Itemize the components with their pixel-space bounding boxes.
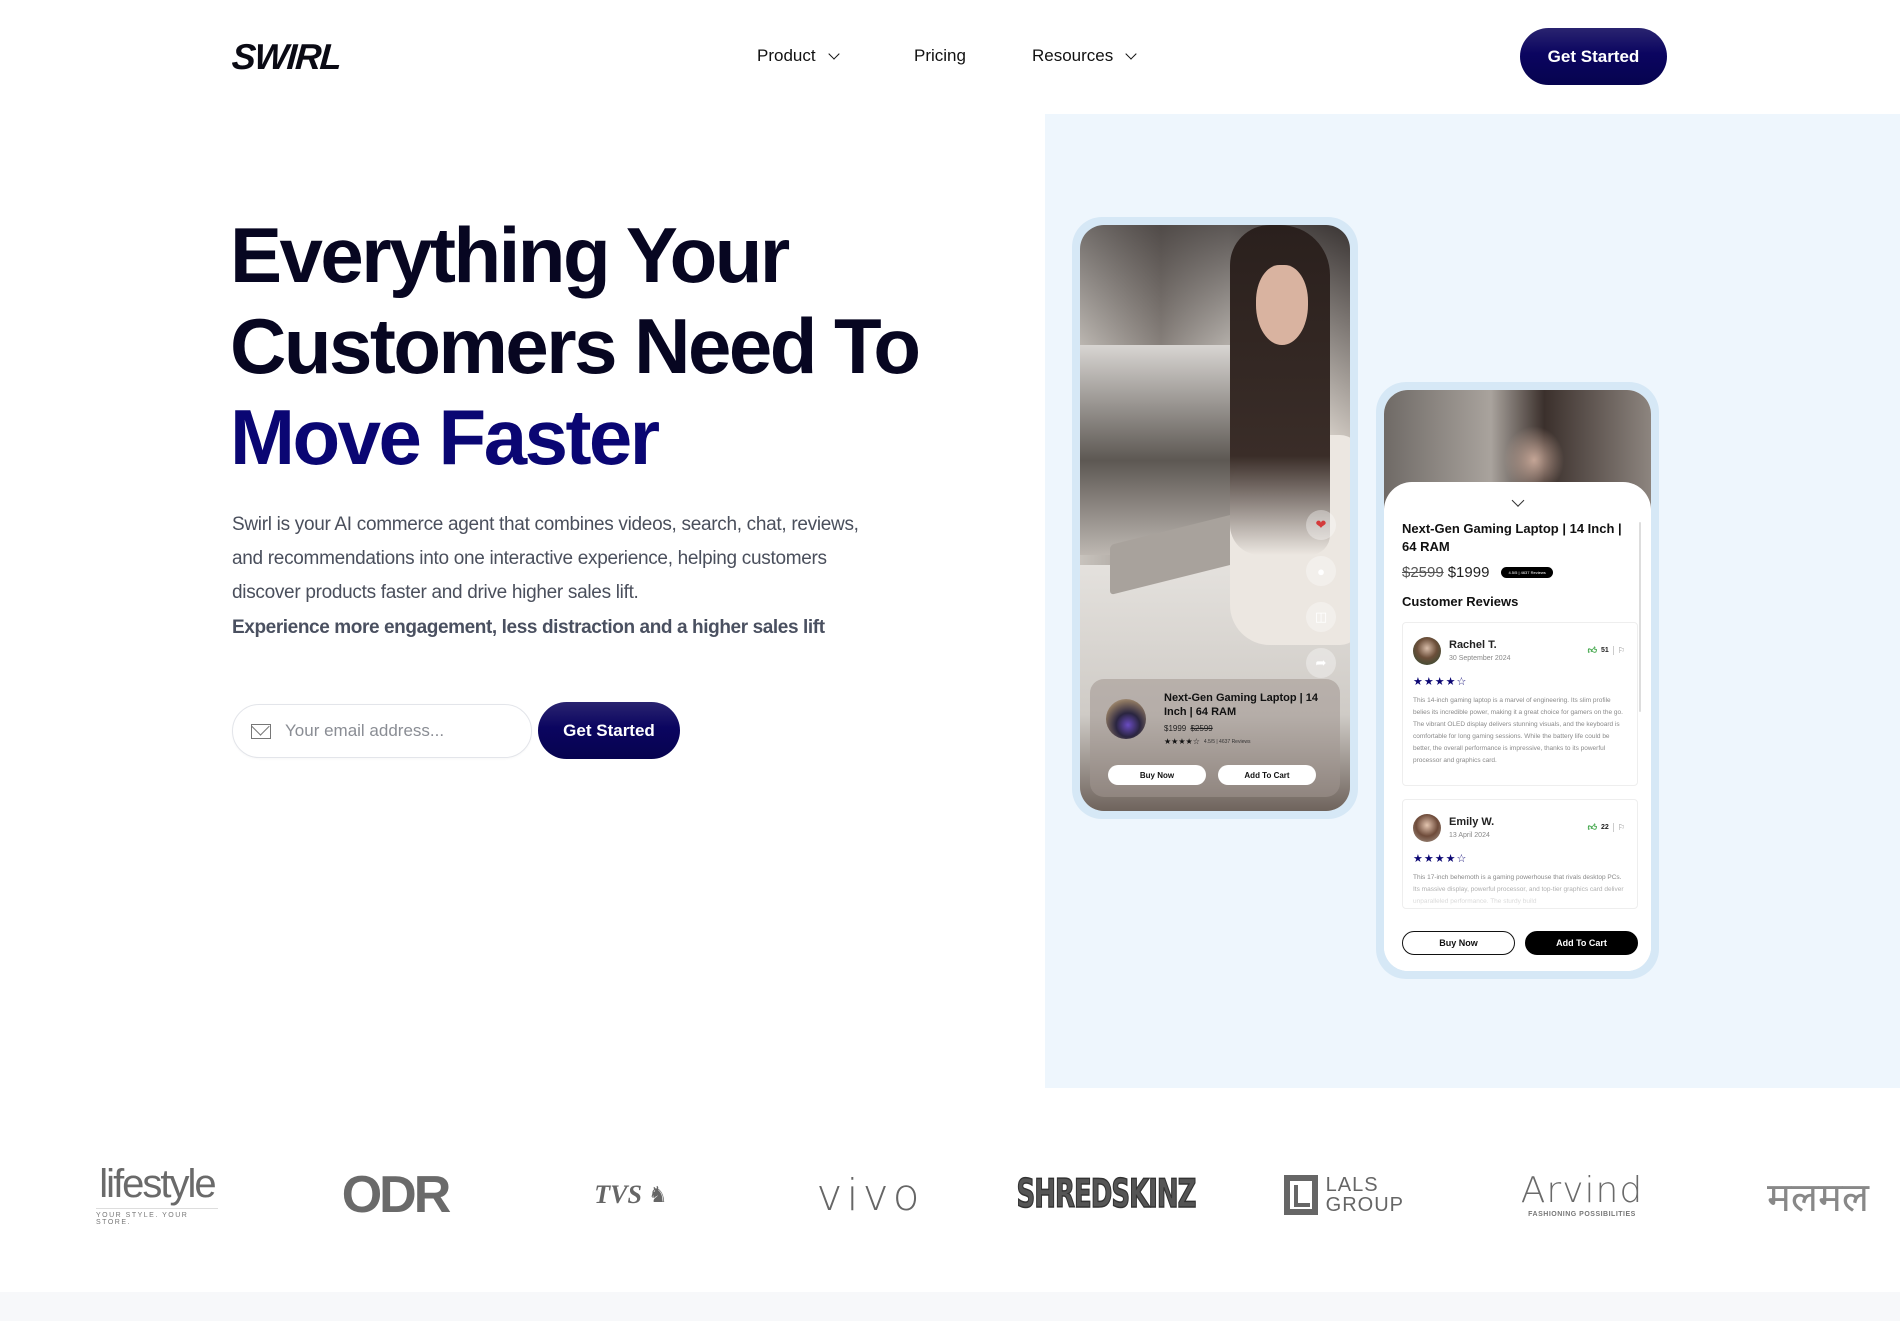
- hero-title-line1: Everything Your: [230, 211, 790, 299]
- brand-logo-strip: lifestyle YOUR STYLE. YOUR STORE. ODR TV…: [0, 1150, 1900, 1240]
- price-current: $1999: [1164, 724, 1187, 733]
- rating-stars: ★★★★☆: [1164, 737, 1200, 746]
- flag-icon[interactable]: ⚐: [1612, 646, 1625, 655]
- buy-now-button[interactable]: Buy Now: [1108, 765, 1206, 785]
- swirl-logo[interactable]: SWIRL: [231, 36, 342, 78]
- review-card: Emily W. 13 April 2024 👍︎ 22 ⚐ ★★★★☆ Thi…: [1402, 799, 1638, 909]
- hero-title-line2: Customers Need To: [230, 302, 921, 390]
- video-person-face: [1256, 265, 1308, 345]
- hero-description: Swirl is your AI commerce agent that com…: [232, 514, 859, 603]
- share-icon[interactable]: ➦: [1306, 648, 1336, 678]
- review-votes: 👍︎ 22 ⚐: [1588, 822, 1625, 833]
- brand-logo-text: TVS: [594, 1180, 642, 1209]
- product-overlay-card[interactable]: Next-Gen Gaming Laptop | 14 Inch | 64 RA…: [1090, 679, 1340, 797]
- product-price: $1999 $2599: [1164, 724, 1213, 733]
- lals-mark-icon: [1284, 1175, 1318, 1215]
- brand-logo-shredskinz: SHREDSKINZ: [1016, 1172, 1197, 1219]
- brand-logo-lals-group: LALS GROUP: [1284, 1150, 1404, 1240]
- brand-logo-line2: GROUP: [1325, 1194, 1404, 1216]
- brand-logo-subtext: FASHIONING POSSIBILITIES: [1528, 1210, 1636, 1218]
- like-count: 22: [1601, 824, 1609, 831]
- mail-icon: [251, 723, 271, 739]
- brand-logo-tvs: TVS ♞: [570, 1150, 692, 1240]
- chevron-down-icon: [1125, 47, 1137, 60]
- brand-logo-subtext: YOUR STYLE. YOUR STORE.: [96, 1208, 218, 1226]
- review-text: This 17-inch behemoth is a gaming powerh…: [1413, 874, 1624, 905]
- hero-title: Everything Your Customers Need To Move F…: [230, 210, 921, 483]
- brand-logo-text: Arvind: [1520, 1169, 1644, 1211]
- detail-price-original: $2599: [1402, 564, 1444, 581]
- video-side-actions: ❤ ● ◫ ➦: [1306, 510, 1336, 678]
- brand-logo-lifestyle: lifestyle YOUR STYLE. YOUR STORE.: [96, 1150, 218, 1240]
- heart-icon[interactable]: ❤: [1306, 510, 1336, 540]
- video-phone-mockup: ❤ ● ◫ ➦ Next-Gen Gaming Laptop | 14 Inch…: [1072, 217, 1358, 819]
- hero-tagline: Experience more engagement, less distrac…: [232, 617, 825, 638]
- nav-pricing[interactable]: Pricing: [914, 46, 966, 66]
- brand-logo-text: LALS GROUP: [1326, 1175, 1404, 1215]
- nav-resources-label: Resources: [1032, 46, 1114, 65]
- like-count: 51: [1601, 647, 1609, 654]
- review-text: This 14-inch gaming laptop is a marvel o…: [1413, 697, 1623, 764]
- sheet-scrollbar[interactable]: [1639, 522, 1641, 712]
- detail-product-name: Next-Gen Gaming Laptop | 14 Inch | 64 RA…: [1402, 521, 1622, 554]
- detail-phone-mockup: Next-Gen Gaming Laptop | 14 Inch | 64 RA…: [1376, 382, 1659, 979]
- product-name: Next-Gen Gaming Laptop | 14 Inch | 64 RA…: [1164, 692, 1319, 718]
- comment-icon[interactable]: ●: [1306, 556, 1336, 586]
- brand-logo-vivo: vivo: [816, 1169, 924, 1221]
- thumbs-up-icon[interactable]: 👍︎: [1588, 822, 1597, 833]
- email-field-wrapper: [232, 704, 532, 758]
- detail-add-to-cart-button[interactable]: Add To Cart: [1525, 931, 1638, 955]
- detail-price-current: $1999: [1447, 564, 1490, 581]
- review-stars: ★★★★☆: [1413, 676, 1468, 688]
- thumbs-up-icon[interactable]: 👍︎: [1588, 645, 1597, 656]
- chevron-down-icon: [827, 47, 840, 60]
- detail-buy-now-button[interactable]: Buy Now: [1402, 931, 1515, 955]
- product-detail-screen: Next-Gen Gaming Laptop | 14 Inch | 64 RA…: [1384, 390, 1651, 971]
- brand-logo-odr: ODR: [341, 1166, 452, 1224]
- shoppable-video[interactable]: ❤ ● ◫ ➦ Next-Gen Gaming Laptop | 14 Inch…: [1080, 225, 1350, 811]
- rating-meta: 4.5/5 | 4637 Reviews: [1203, 738, 1251, 745]
- hero-get-started-button[interactable]: Get Started: [538, 702, 680, 759]
- horse-icon: ♞: [647, 1182, 668, 1207]
- nav-get-started-button[interactable]: Get Started: [1520, 28, 1667, 85]
- nav-product[interactable]: Product: [757, 46, 840, 66]
- nav-resources[interactable]: Resources: [1032, 46, 1137, 66]
- brand-logo-arvind: Arvind FASHIONING POSSIBILITIES: [1520, 1150, 1644, 1240]
- product-thumbnail: [1106, 699, 1146, 739]
- cart-icon[interactable]: ◫: [1306, 602, 1336, 632]
- reviewer-name: Rachel T.: [1449, 639, 1497, 651]
- product-rating: ★★★★☆ 4.5/5 | 4637 Reviews: [1164, 737, 1250, 746]
- nav-pricing-label: Pricing: [914, 46, 966, 65]
- avatar: [1413, 637, 1441, 665]
- hero-title-accent: Move Faster: [230, 393, 660, 481]
- review-card: Rachel T. 30 September 2024 👍︎ 51 ⚐ ★★★★…: [1402, 622, 1638, 786]
- review-date: 13 April 2024: [1449, 832, 1490, 839]
- next-section-edge: [0, 1292, 1900, 1321]
- product-detail-sheet: Next-Gen Gaming Laptop | 14 Inch | 64 RA…: [1384, 482, 1651, 971]
- email-input[interactable]: [285, 721, 505, 741]
- add-to-cart-button[interactable]: Add To Cart: [1218, 765, 1316, 785]
- review-votes: 👍︎ 51 ⚐: [1588, 645, 1625, 656]
- nav-product-label: Product: [757, 46, 816, 65]
- reviews-heading: Customer Reviews: [1402, 594, 1519, 609]
- reviewer-name: Emily W.: [1449, 816, 1495, 828]
- price-original: $2599: [1190, 724, 1213, 733]
- brand-logo-text: lifestyle: [99, 1162, 216, 1206]
- brand-logo-line1: LALS: [1325, 1174, 1379, 1196]
- rating-badge: 4.5/5 | 4637 Reviews: [1501, 567, 1553, 578]
- review-stars: ★★★★☆: [1413, 853, 1468, 865]
- flag-icon[interactable]: ⚐: [1612, 823, 1625, 832]
- chevron-down-icon[interactable]: [1511, 494, 1524, 507]
- brand-logo-malmal: मलमल: [1766, 1174, 1870, 1221]
- avatar: [1413, 814, 1441, 842]
- detail-price: $2599 $1999 4.5/5 | 4637 Reviews: [1402, 564, 1553, 581]
- review-date: 30 September 2024: [1449, 655, 1511, 662]
